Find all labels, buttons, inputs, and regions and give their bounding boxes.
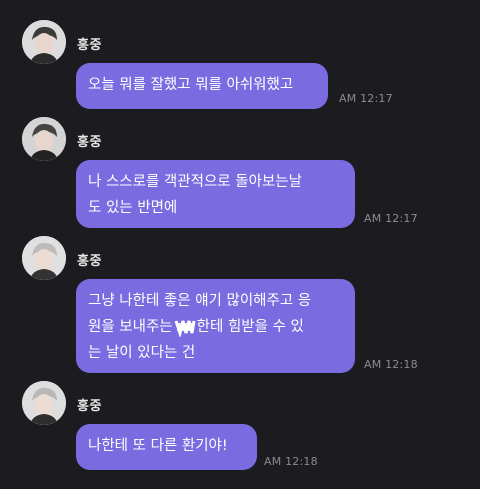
sender-name: 홍중 (77, 399, 102, 414)
message-bubble[interactable]: 나 스스로를 객관적으로 돌아보는날 도 있는 반면에 (76, 160, 355, 228)
message-text-segment: 한테 힘받을 수 있 (196, 319, 304, 335)
message-text-segment: 원을 보내주는 (88, 319, 173, 335)
avatar[interactable] (22, 381, 66, 425)
sender-name: 홍중 (77, 38, 102, 53)
message-text-line: 도 있는 반면에 (88, 200, 178, 216)
sender-name: 홍중 (77, 254, 102, 269)
message-text-line: 나 스스로를 객관적으로 돌아보는날 (88, 174, 302, 190)
timestamp: AM 12:17 (339, 92, 393, 105)
avatar[interactable] (22, 20, 66, 64)
sender-name: 홍중 (77, 135, 102, 150)
message-bubble[interactable]: 나한테 또 다른 환기야! (76, 424, 257, 470)
message-text-line: 원을 보내주는 한테 힘받을 수 있 (88, 314, 343, 340)
message-bubble[interactable]: 그냥 나한테 좋은 얘기 많이해주고 응 원을 보내주는 한테 힘받을 수 있 는… (76, 279, 355, 373)
profile-photo-icon (22, 381, 66, 425)
avatar[interactable] (22, 117, 66, 161)
profile-photo-icon (22, 20, 66, 64)
message-bubble[interactable]: 오늘 뭐를 잘했고 뭐를 아쉬워했고 (76, 63, 328, 109)
profile-photo-icon (22, 117, 66, 161)
timestamp: AM 12:17 (364, 212, 418, 225)
message-text: 나한테 또 다른 환기야! (88, 438, 228, 454)
censor-scribble-icon (174, 320, 196, 337)
profile-photo-icon (22, 236, 66, 280)
message-text: 오늘 뭐를 잘했고 뭐를 아쉬워했고 (88, 77, 294, 93)
message-text-line: 는 날이 있다는 건 (88, 345, 196, 361)
message-text-line: 그냥 나한테 좋은 얘기 많이해주고 응 (88, 293, 312, 309)
timestamp: AM 12:18 (364, 358, 418, 371)
timestamp: AM 12:18 (264, 455, 318, 468)
avatar[interactable] (22, 236, 66, 280)
